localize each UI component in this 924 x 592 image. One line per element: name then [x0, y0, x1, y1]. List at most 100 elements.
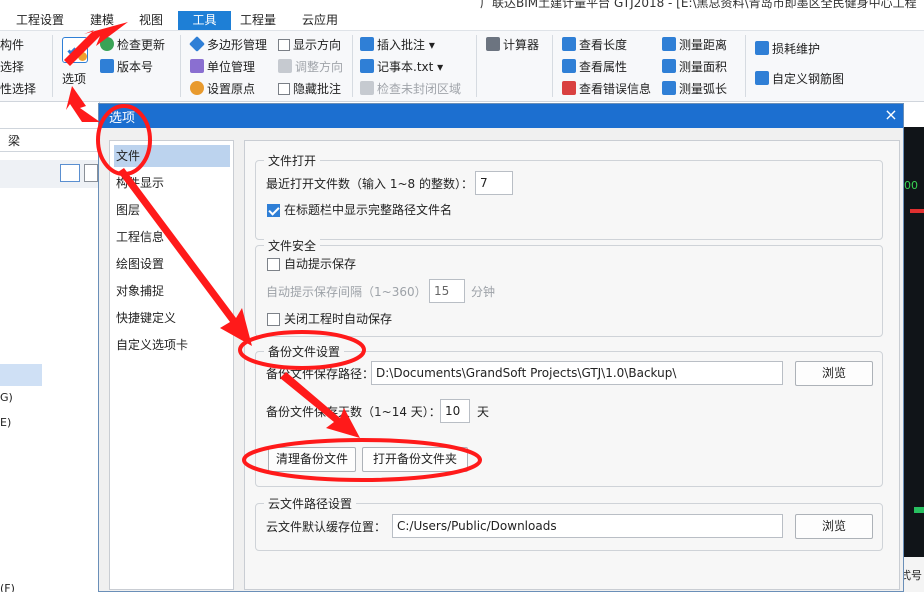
- backup-days-unit: 天: [477, 405, 490, 419]
- auto-save-on-close-checkbox[interactable]: [267, 313, 280, 326]
- left-toolbar: [0, 160, 100, 188]
- backup-days-input[interactable]: 10: [440, 399, 470, 423]
- dialog-title: 选项: [109, 111, 136, 126]
- recent-files-label: 最近打开文件数（输入 1~8 的整数）：: [266, 177, 473, 191]
- nav-item-shortcuts[interactable]: 快捷键定义: [114, 307, 230, 329]
- clear-backup-button[interactable]: 清理备份文件: [268, 447, 356, 472]
- component-combo[interactable]: 梁: [0, 128, 100, 152]
- length-icon: [562, 37, 576, 51]
- show-full-path-checkbox[interactable]: [267, 204, 280, 217]
- adjust-icon: [278, 59, 292, 73]
- cloud-cache-input[interactable]: C:/Users/Public/Downloads: [392, 514, 783, 538]
- check-icon: [360, 81, 374, 95]
- menu-modeling[interactable]: 建模: [84, 11, 120, 30]
- dialog-title-bar[interactable]: 选项 ×: [99, 104, 903, 128]
- options-icon[interactable]: [62, 37, 88, 63]
- calculator-icon: [486, 37, 500, 51]
- view-errors-button[interactable]: 查看错误信息: [562, 79, 651, 99]
- canvas-label: 00: [904, 179, 918, 192]
- nav-item-layers[interactable]: 图层: [114, 199, 230, 221]
- view-length-button[interactable]: 查看长度: [562, 35, 627, 55]
- tree-label: E): [0, 416, 12, 429]
- tree-selected-row[interactable]: [0, 364, 42, 386]
- open-backup-folder-button[interactable]: 打开备份文件夹: [362, 447, 468, 472]
- set-origin-button[interactable]: 设置原点: [190, 79, 255, 99]
- measure-distance-button[interactable]: 测量距离: [662, 35, 727, 55]
- annotation-icon: [360, 37, 374, 51]
- options-dialog: 选项 × 文件 构件显示 图层 工程信息 绘图设置 对象捕捉 快捷键定义 自定义…: [98, 103, 904, 592]
- backup-browse-button[interactable]: 浏览: [795, 361, 873, 386]
- backup-path-input[interactable]: D:\Documents\GrandSoft Projects\GTJ\1.0\…: [371, 361, 783, 385]
- checkbox-icon: [278, 83, 290, 95]
- options-button-label[interactable]: 选项: [62, 69, 86, 89]
- checkbox-icon: [278, 39, 290, 51]
- check-update-button[interactable]: 检查更新: [100, 35, 165, 55]
- left-panel: 梁 G) E) (F): [0, 102, 100, 592]
- canvas-mark: [914, 507, 924, 513]
- attr-icon: [562, 59, 576, 73]
- group-title: 文件安全: [264, 237, 321, 254]
- list-view-icon[interactable]: [60, 164, 80, 182]
- origin-icon: [190, 81, 204, 95]
- menu-project-settings[interactable]: 工程设置: [10, 11, 70, 30]
- calculator-button[interactable]: 计算器: [486, 35, 539, 55]
- check-unclosed-button: 检查未封闭区域: [360, 79, 461, 99]
- menu-view[interactable]: 视图: [133, 11, 169, 30]
- measure-arc-button[interactable]: 测量弧长: [662, 79, 727, 99]
- save-interval-input: 15: [429, 279, 465, 303]
- error-icon: [562, 81, 576, 95]
- tree-label: G): [0, 391, 13, 404]
- nav-item-object-snap[interactable]: 对象捕捉: [114, 280, 230, 302]
- nav-item-file[interactable]: 文件: [114, 145, 230, 167]
- group-title: 文件打开: [264, 152, 321, 169]
- custom-rebar-button[interactable]: 自定义钢筋图: [755, 69, 844, 89]
- group-title: 云文件路径设置: [264, 495, 357, 512]
- menu-tools[interactable]: 工具: [178, 11, 231, 30]
- ruler-icon: [662, 37, 676, 51]
- group-cloud: 云文件路径设置 云文件默认缓存位置： C:/Users/Public/Downl…: [255, 495, 883, 551]
- maintenance-icon: [755, 41, 769, 55]
- group-backup: 备份文件设置 备份文件保存路径： D:\Documents\GrandSoft …: [255, 343, 883, 487]
- options-content: 文件打开 最近打开文件数（输入 1~8 的整数）： 7 在标题栏中显示完整路径文…: [244, 140, 900, 590]
- unit-icon: [190, 59, 204, 73]
- auto-save-checkbox[interactable]: [267, 258, 280, 271]
- window-title: 广联达BIM土建计量平台 GTJ2018 - [E:\黑总资料\青岛市即墨区全民…: [480, 0, 917, 10]
- polygon-icon: [189, 36, 205, 52]
- canvas-mark: [910, 209, 924, 213]
- ribbon-select[interactable]: 选择: [0, 57, 24, 77]
- nav-item-component-display[interactable]: 构件显示: [114, 172, 230, 194]
- version-button[interactable]: 版本号: [100, 57, 153, 77]
- menu-cloud[interactable]: 云应用: [296, 11, 344, 30]
- adjust-direction-button: 调整方向: [278, 57, 343, 77]
- close-icon[interactable]: ×: [882, 106, 900, 124]
- insert-annotation-button[interactable]: 插入批注 ▾: [360, 35, 435, 55]
- ribbon-component[interactable]: 构件: [0, 35, 24, 55]
- save-interval-label: 自动提示保存间隔（1~360）: [266, 285, 427, 299]
- backup-path-label: 备份文件保存路径：: [266, 367, 375, 381]
- menu-quantity[interactable]: 工程量: [234, 11, 282, 30]
- unit-mgmt-button[interactable]: 单位管理: [190, 57, 255, 77]
- notepad-icon: [360, 59, 374, 73]
- group-file-safety: 文件安全 自动提示保存 自动提示保存间隔（1~360） 15 分钟 关闭工程时自…: [255, 237, 883, 337]
- loss-maintenance-button[interactable]: 损耗维护: [755, 39, 820, 59]
- notepad-button[interactable]: 记事本.txt ▾: [360, 57, 443, 77]
- cloud-browse-button[interactable]: 浏览: [795, 514, 873, 539]
- view-attr-button[interactable]: 查看属性: [562, 57, 627, 77]
- nav-item-custom-tabs[interactable]: 自定义选项卡: [114, 334, 230, 356]
- rebar-icon: [755, 71, 769, 85]
- nav-item-project-info[interactable]: 工程信息: [114, 226, 230, 248]
- save-interval-unit: 分钟: [471, 285, 496, 299]
- polygon-mgmt-button[interactable]: 多边形管理: [189, 35, 267, 55]
- show-direction-toggle[interactable]: 显示方向: [278, 35, 341, 55]
- window-title-bar: 广联达BIM土建计量平台 GTJ2018 - [E:\黑总资料\青岛市即墨区全民…: [0, 0, 924, 10]
- tree-label: (F): [0, 582, 15, 592]
- area-icon: [662, 59, 676, 73]
- show-full-path-label: 在标题栏中显示完整路径文件名: [284, 203, 453, 217]
- ribbon-attr-select[interactable]: 性选择: [0, 79, 36, 99]
- component-combo-value: 梁: [8, 134, 21, 148]
- measure-area-button[interactable]: 测量面积: [662, 57, 727, 77]
- hide-annotation-toggle[interactable]: 隐藏批注: [278, 79, 341, 99]
- recent-files-input[interactable]: 7: [475, 171, 513, 195]
- nav-item-drawing-settings[interactable]: 绘图设置: [114, 253, 230, 275]
- tree-view-icon[interactable]: [84, 164, 98, 182]
